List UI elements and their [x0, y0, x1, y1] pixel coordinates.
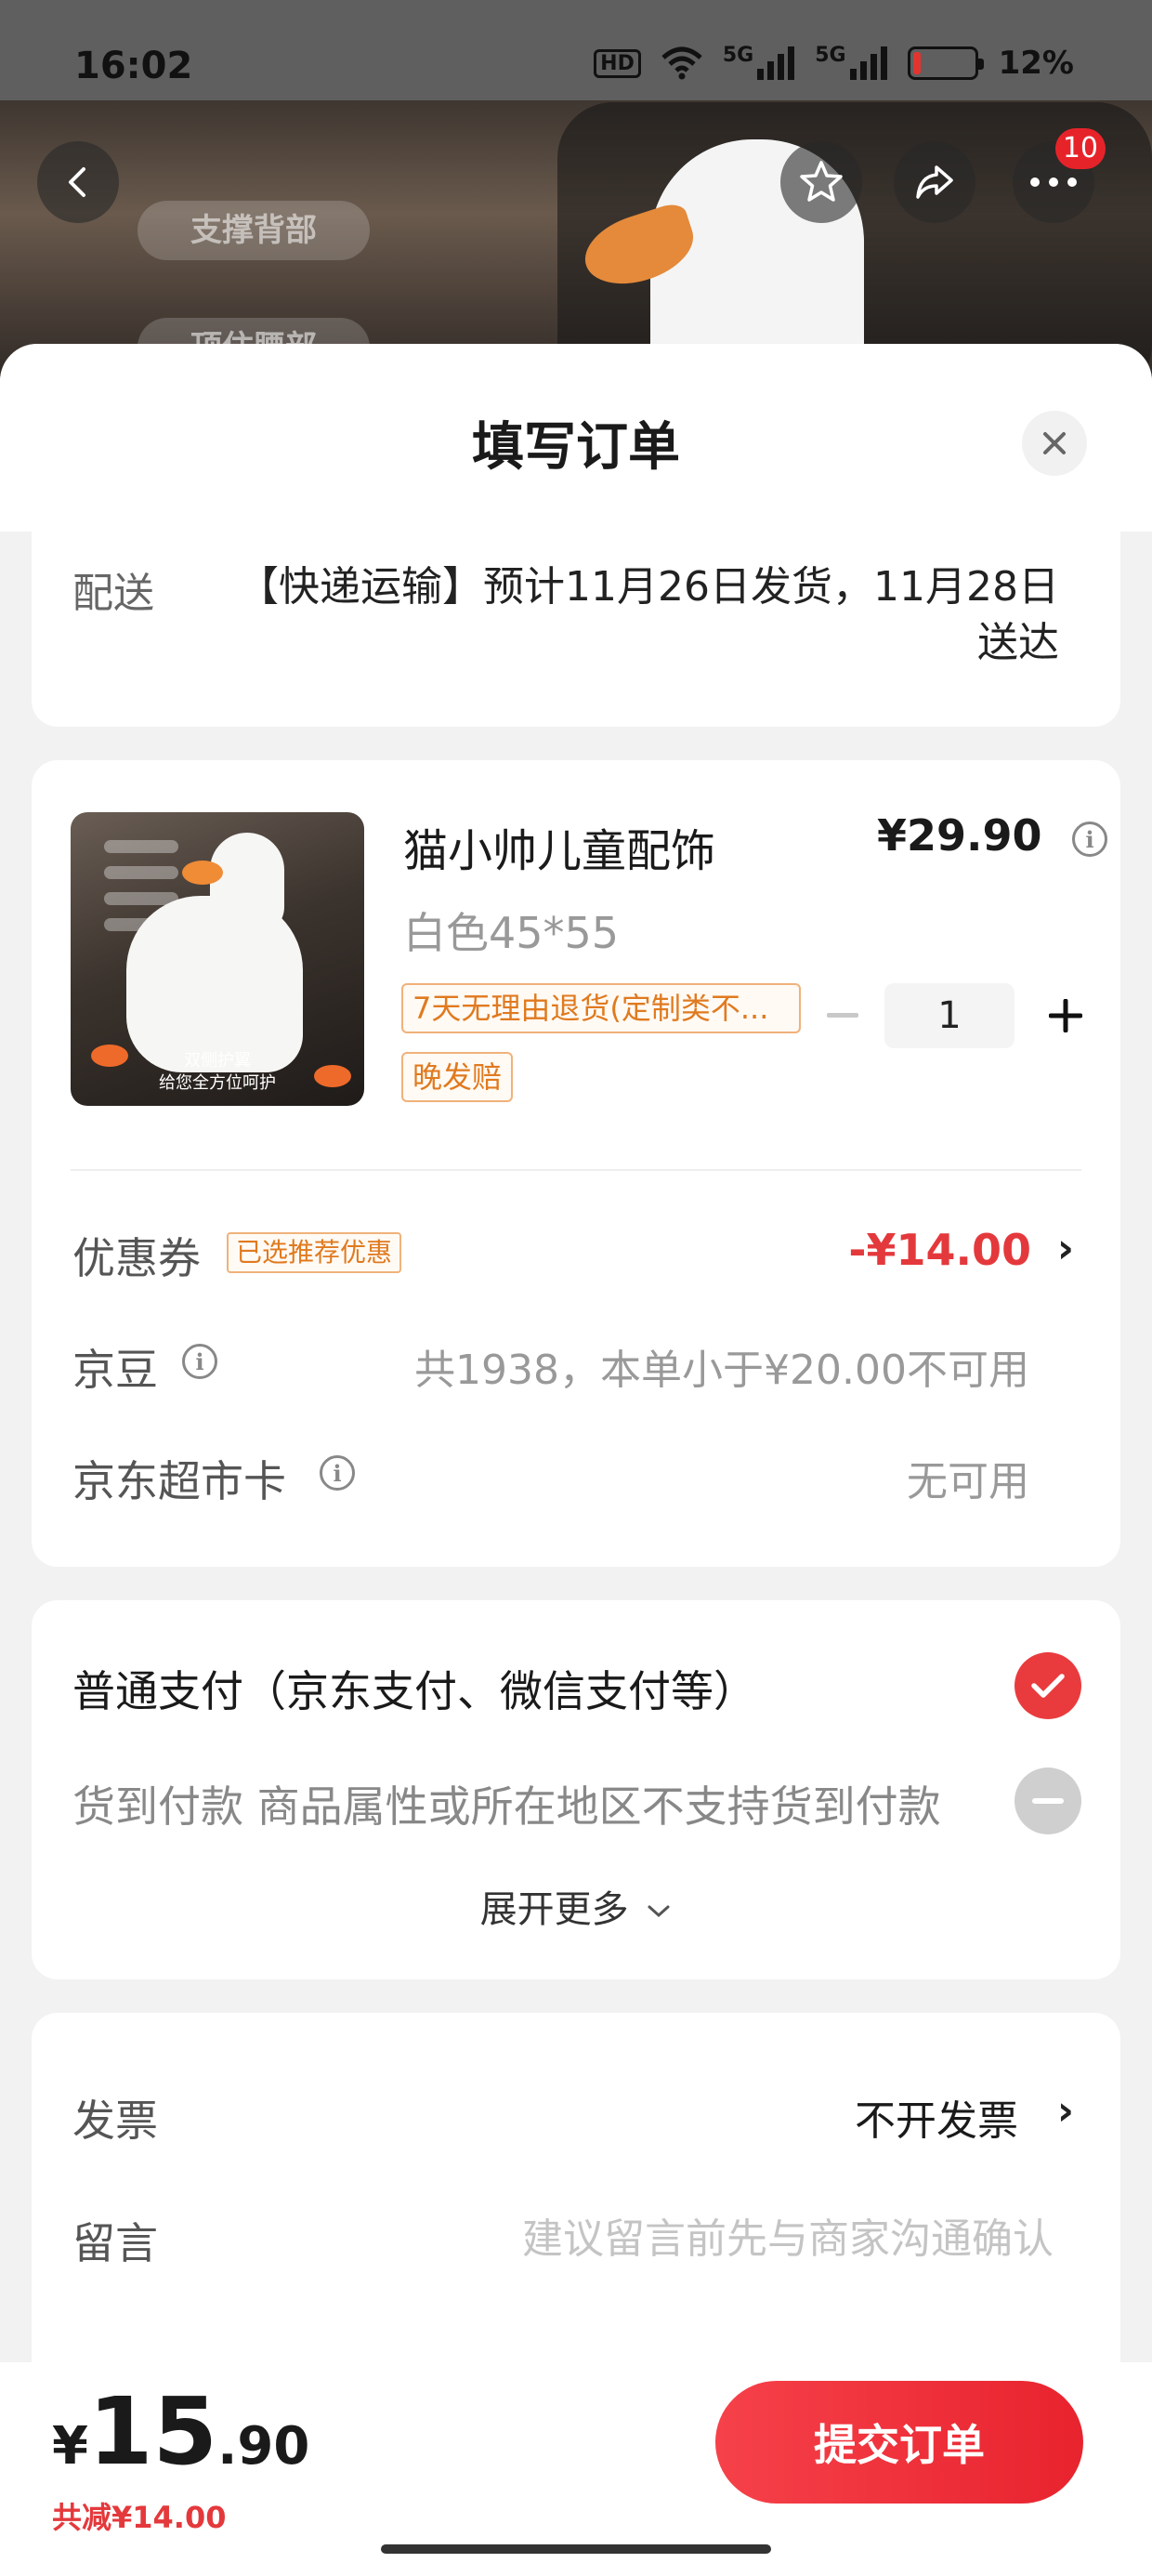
signal-5g-2-icon: 5G	[815, 46, 887, 80]
late-compensation-tag[interactable]: 晚发赔	[401, 1052, 514, 1102]
payment-cod-option: 货到付款 商品属性或所在地区不支持货到付款	[72, 1781, 941, 1832]
invoice-label[interactable]: 发票	[72, 2087, 158, 2149]
divider	[71, 1169, 1081, 1171]
wifi-icon	[661, 46, 702, 80]
image-tag	[104, 840, 178, 853]
supermarket-card-label: 京东超市卡	[72, 1456, 286, 1506]
product-image[interactable]: 双侧护翼 给您全方位呵护	[71, 812, 364, 1106]
sheet-header: 填写订单	[0, 344, 1152, 532]
payment-normal-option[interactable]: 普通支付（京东支付、微信支付等）	[72, 1658, 756, 1719]
invoice-value[interactable]: 不开发票	[855, 2087, 1018, 2147]
jingdou-label: 京豆	[72, 1345, 158, 1395]
quantity-decrease-button[interactable]	[819, 992, 866, 1039]
expand-more-label: 展开更多	[479, 1888, 629, 1931]
coupon-badge: 已选推荐优惠	[227, 1232, 402, 1273]
battery-icon	[907, 46, 984, 80]
product-card: 双侧护翼 给您全方位呵护 猫小帅儿童配饰 ¥29.90 i 白色45*55 7天…	[32, 760, 1120, 1567]
more-button[interactable]: 10	[1013, 128, 1106, 223]
product-price: ¥29.90	[877, 810, 1042, 861]
back-button[interactable]	[37, 141, 119, 223]
close-button[interactable]	[1022, 411, 1087, 476]
image-caption-line: 给您全方位呵护	[159, 1073, 276, 1093]
total-price: ¥15.90	[52, 2377, 309, 2486]
status-bar: 16:02 HD 5G 5G 12%	[0, 0, 1152, 100]
share-icon	[916, 165, 953, 199]
product-name[interactable]: 猫小帅儿童配饰	[403, 814, 715, 879]
payment-cod-disabled-radio	[1015, 1768, 1081, 1834]
payment-normal-radio[interactable]	[1015, 1652, 1081, 1719]
chevron-right-icon[interactable]: ›	[1057, 1225, 1074, 1272]
minus-icon	[827, 1013, 858, 1018]
order-sheet: 填写订单 配送 【快递运输】预计11月26日发货，11月28日送达 双侧护翼 给…	[0, 344, 1152, 2576]
plus-icon	[1049, 999, 1082, 1032]
image-duck-head	[210, 833, 284, 935]
jingdou-info-icon[interactable]: i	[182, 1344, 217, 1379]
page-title: 填写订单	[472, 417, 680, 478]
chevron-down-icon	[648, 1905, 670, 1918]
hd-icon: HD	[594, 48, 641, 78]
payment-card: 普通支付（京东支付、微信支付等） 货到付款 商品属性或所在地区不支持货到付款 展…	[32, 1600, 1120, 1979]
star-icon	[800, 161, 843, 202]
signal-5g-1-icon: 5G	[723, 46, 795, 80]
message-count-badge: 10	[1054, 128, 1106, 169]
expand-more-button[interactable]: 展开更多	[32, 1879, 1120, 1933]
check-icon	[1031, 1674, 1065, 1698]
image-caption-line: 双侧护翼	[184, 1051, 251, 1071]
coupon-value[interactable]: -¥14.00	[848, 1225, 1031, 1275]
close-icon	[1043, 432, 1066, 454]
coupon-label[interactable]: 优惠券	[72, 1225, 201, 1286]
message-label: 留言	[72, 2218, 158, 2268]
image-duck-beak	[182, 861, 223, 885]
supermarket-card-info-icon[interactable]: i	[320, 1455, 355, 1491]
delivery-value: 【快递运输】预计11月26日发货，11月28日送达	[238, 563, 1059, 666]
image-tag	[104, 866, 178, 879]
quantity-increase-button[interactable]	[1033, 983, 1098, 1048]
jingdou-value: 共1938，本单小于¥20.00不可用	[414, 1347, 1029, 1394]
disabled-icon	[1032, 1798, 1064, 1804]
chevron-right-icon[interactable]: ›	[1057, 2087, 1074, 2135]
battery-fill	[912, 52, 921, 74]
return-policy-tag[interactable]: 7天无理由退货(定制类不...	[401, 983, 801, 1033]
currency-symbol: ¥	[52, 2416, 88, 2477]
status-time: 16:02	[74, 45, 193, 87]
total-integer: 15	[87, 2377, 218, 2486]
favorite-button[interactable]	[780, 141, 862, 223]
status-icons: HD 5G 5G 12%	[594, 45, 1074, 82]
share-button[interactable]	[894, 141, 975, 223]
delivery-label: 配送	[72, 570, 154, 617]
image-caption: 双侧护翼 给您全方位呵护	[71, 1050, 364, 1095]
home-indicator[interactable]	[381, 2544, 771, 2554]
message-input[interactable]	[422, 2206, 1054, 2271]
price-info-icon[interactable]: i	[1072, 821, 1107, 857]
total-saved: 共减¥14.00	[52, 2500, 227, 2535]
invoice-card: 发票 不开发票 › 留言	[32, 2013, 1120, 2396]
quantity-value[interactable]: 1	[884, 983, 1015, 1048]
more-icon	[1030, 177, 1077, 187]
battery-percent: 12%	[998, 45, 1074, 82]
submit-order-button[interactable]: 提交订单	[715, 2381, 1083, 2504]
back-icon	[69, 167, 85, 197]
delivery-card: 配送 【快递运输】预计11月26日发货，11月28日送达	[32, 532, 1120, 727]
backdrop-label: 支撑背部	[137, 201, 370, 260]
supermarket-card-value: 无可用	[907, 1458, 1029, 1505]
product-spec[interactable]: 白色45*55	[403, 900, 619, 961]
total-decimal: .90	[217, 2416, 310, 2477]
